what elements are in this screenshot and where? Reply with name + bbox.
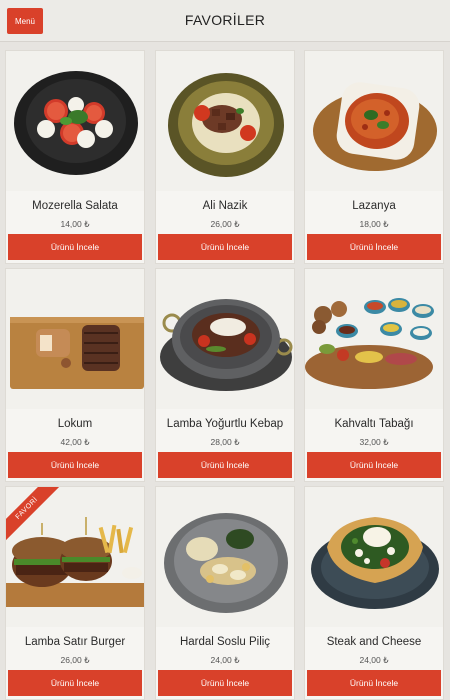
product-name: Lamba Satır Burger (24, 636, 126, 648)
hardal-soslu-pilic-photo (156, 487, 294, 627)
product-card-hardal-soslu-pilic[interactable]: Hardal Soslu Piliç 24,00 ₺ Ürünü İncele (155, 486, 295, 700)
top-bar: Menü FAVORİLER (0, 0, 450, 42)
ali-nazik-photo (156, 51, 294, 191)
product-price: 32,00 ₺ (359, 437, 389, 447)
mozerella-salata-photo (6, 51, 144, 191)
product-price: 28,00 ₺ (210, 437, 240, 447)
product-price: 26,00 ₺ (210, 219, 240, 229)
product-price: 14,00 ₺ (60, 219, 90, 229)
product-name: Lazanya (352, 200, 396, 212)
product-name: Kahvaltı Tabağı (334, 418, 414, 430)
product-price: 24,00 ₺ (210, 655, 240, 665)
product-card-lokum[interactable]: Lokum 42,00 ₺ Ürünü İncele (5, 268, 145, 482)
product-name: Lokum (57, 418, 93, 430)
lamba-yogurtlu-kebap-photo (156, 269, 294, 409)
view-product-button[interactable]: Ürünü İncele (307, 670, 441, 696)
product-card-mozerella-salata[interactable]: Mozerella Salata 14,00 ₺ Ürünü İncele (5, 50, 145, 264)
view-product-button[interactable]: Ürünü İncele (8, 452, 142, 478)
product-grid: Mozerella Salata 14,00 ₺ Ürünü İncele Al… (0, 42, 450, 700)
lokum-photo (6, 269, 144, 409)
steak-and-cheese-photo (305, 487, 443, 627)
product-card-lamba-satir-burger[interactable]: FAVORİ Lamba Satır Burger 26,00 ₺ Ürünü … (5, 486, 145, 700)
product-price: 18,00 ₺ (359, 219, 389, 229)
product-card-ali-nazik[interactable]: Ali Nazik 26,00 ₺ Ürünü İncele (155, 50, 295, 264)
kahvalti-tabagi-photo (305, 269, 443, 409)
product-card-lamba-yogurtlu-kebap[interactable]: Lamba Yoğurtlu Kebap 28,00 ₺ Ürünü İncel… (155, 268, 295, 482)
view-product-button[interactable]: Ürünü İncele (307, 452, 441, 478)
product-price: 24,00 ₺ (359, 655, 389, 665)
lazanya-photo (305, 51, 443, 191)
view-product-button[interactable]: Ürünü İncele (307, 234, 441, 260)
page-title: FAVORİLER (184, 12, 266, 28)
product-card-lazanya[interactable]: Lazanya 18,00 ₺ Ürünü İncele (304, 50, 444, 264)
view-product-button[interactable]: Ürünü İncele (8, 670, 142, 696)
product-name: Ali Nazik (202, 200, 248, 212)
view-product-button[interactable]: Ürünü İncele (158, 670, 292, 696)
product-card-kahvalti-tabagi[interactable]: Kahvaltı Tabağı 32,00 ₺ Ürünü İncele (304, 268, 444, 482)
product-name: Lamba Yoğurtlu Kebap (166, 418, 284, 430)
product-name: Mozerella Salata (32, 200, 118, 212)
product-name: Steak and Cheese (326, 636, 422, 648)
product-price: 42,00 ₺ (60, 437, 90, 447)
view-product-button[interactable]: Ürünü İncele (158, 234, 292, 260)
view-product-button[interactable]: Ürünü İncele (158, 452, 292, 478)
view-product-button[interactable]: Ürünü İncele (8, 234, 142, 260)
product-name: Hardal Soslu Piliç (179, 636, 271, 648)
product-card-steak-and-cheese[interactable]: Steak and Cheese 24,00 ₺ Ürünü İncele (304, 486, 444, 700)
product-price: 26,00 ₺ (60, 655, 90, 665)
